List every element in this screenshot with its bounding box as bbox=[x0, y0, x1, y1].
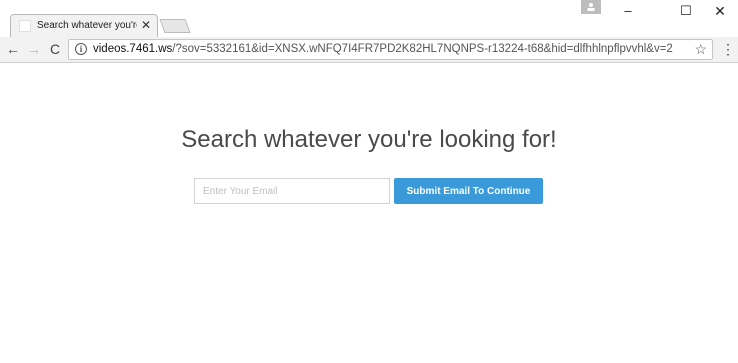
browser-title-bar: Search whatever you're lo ✕ – ☐ ✕ bbox=[0, 0, 738, 37]
back-arrow-icon[interactable]: ← bbox=[5, 41, 21, 57]
new-tab-button[interactable] bbox=[159, 19, 191, 33]
page-content: Search whatever you're looking for! Subm… bbox=[0, 63, 738, 363]
browser-tab[interactable]: Search whatever you're lo ✕ bbox=[10, 14, 158, 37]
forward-arrow-icon[interactable]: → bbox=[26, 41, 42, 57]
bookmark-star-icon[interactable]: ☆ bbox=[694, 41, 707, 58]
browser-menu-icon[interactable]: ⋮ bbox=[721, 41, 735, 57]
address-bar[interactable]: i videos.7461.ws/?sov=5332161&id=XNSX.wN… bbox=[68, 39, 713, 60]
browser-toolbar: ← → C i videos.7461.ws/?sov=5332161&id=X… bbox=[0, 37, 738, 63]
page-headline: Search whatever you're looking for! bbox=[181, 126, 557, 153]
tab-title: Search whatever you're lo bbox=[37, 20, 137, 31]
reload-icon[interactable]: C bbox=[47, 41, 63, 57]
email-input[interactable] bbox=[194, 178, 390, 204]
tab-close-icon[interactable]: ✕ bbox=[141, 18, 151, 32]
site-info-icon[interactable]: i bbox=[75, 43, 87, 55]
url-text[interactable]: videos.7461.ws/?sov=5332161&id=XNSX.wNFQ… bbox=[93, 43, 673, 55]
minimize-window-button[interactable]: – bbox=[613, 2, 643, 20]
maximize-window-button[interactable]: ☐ bbox=[671, 2, 701, 20]
close-window-button[interactable]: ✕ bbox=[705, 2, 735, 20]
url-host: videos.7461.ws bbox=[93, 43, 173, 55]
submit-email-button[interactable]: Submit Email To Continue bbox=[394, 178, 543, 204]
url-path: /?sov=5332161&id=XNSX.wNFQ7I4FR7PD2K82HL… bbox=[172, 43, 673, 55]
profile-avatar-icon[interactable] bbox=[581, 0, 601, 14]
tab-favicon-icon bbox=[19, 20, 31, 32]
